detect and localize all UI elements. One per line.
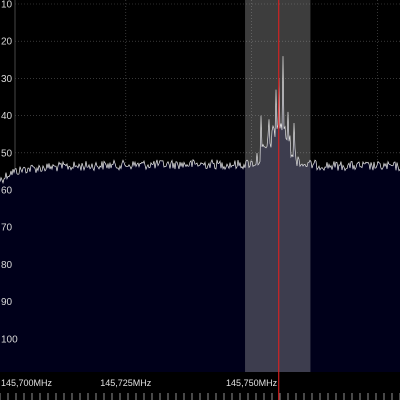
db-tick-label: 40 <box>1 111 13 122</box>
db-tick-label: 10 <box>1 0 13 11</box>
db-tick-label: 60 <box>1 186 13 197</box>
overlays <box>245 0 311 400</box>
db-tick-label: 90 <box>1 297 13 308</box>
freq-tick-label: 145,700MHz <box>1 378 53 388</box>
freq-tick-label: 145,725MHz <box>100 378 152 388</box>
db-tick-label: 50 <box>1 148 13 159</box>
db-tick-label: 100 <box>1 334 18 345</box>
db-tick-label: 70 <box>1 223 13 234</box>
db-tick-label: 80 <box>1 260 13 271</box>
spectrum-view[interactable]: 10 20 30 40 50 60 70 80 90 100 145,700MHz 145,725MH… <box>0 0 400 400</box>
db-tick-label: 30 <box>1 74 13 85</box>
freq-tick-label: 145,750MHz <box>226 378 278 388</box>
db-tick-label: 20 <box>1 37 13 48</box>
filter-passband[interactable] <box>245 0 311 372</box>
